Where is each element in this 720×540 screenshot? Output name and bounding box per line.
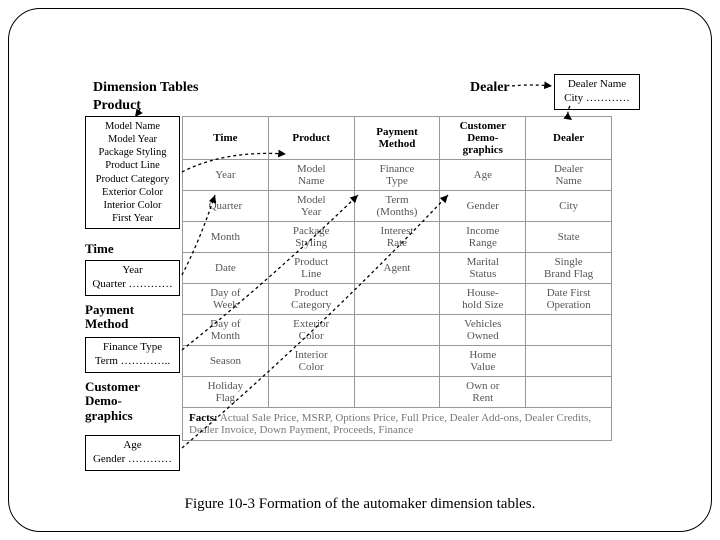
heading-product: Product <box>93 98 141 114</box>
table-cell: Vehicles Owned <box>440 315 526 346</box>
table-row: YearModel NameFinance TypeAgeDealer Name <box>183 160 612 191</box>
box-dealer: Dealer Name City ………… <box>554 74 640 110</box>
table-row: QuarterModel YearTerm (Months)GenderCity <box>183 191 612 222</box>
table-cell <box>526 315 612 346</box>
table-cell: Product Category <box>268 284 354 315</box>
table-cell <box>354 315 440 346</box>
col-time: Time <box>183 117 269 160</box>
table-cell <box>526 377 612 408</box>
table-cell: Date First Operation <box>526 284 612 315</box>
table-cell: Home Value <box>440 346 526 377</box>
table-row: Day of WeekProduct Category House- hold S… <box>183 284 612 315</box>
table-cell: Day of Month <box>183 315 269 346</box>
table-row: DateProduct LineAgentMarital StatusSingl… <box>183 253 612 284</box>
table-cell: Model Name <box>268 160 354 191</box>
table-cell: Product Line <box>268 253 354 284</box>
table-cell: City <box>526 191 612 222</box>
table-cell <box>526 346 612 377</box>
table-cell: Income Range <box>440 222 526 253</box>
col-customer-demographics: Customer Demo- graphics <box>440 117 526 160</box>
label-time: Time <box>85 242 114 256</box>
table-cell: Package Styling <box>268 222 354 253</box>
facts-cell: Facts: Actual Sale Price, MSRP, Options … <box>183 408 612 441</box>
table-cell: Interest Rate <box>354 222 440 253</box>
table-cell: Marital Status <box>440 253 526 284</box>
table-cell: Gender <box>440 191 526 222</box>
table-cell <box>268 377 354 408</box>
table-cell: Term (Months) <box>354 191 440 222</box>
label-customer-demographics: Customer Demo- graphics <box>85 380 140 423</box>
table-cell: House- hold Size <box>440 284 526 315</box>
table-cell: Year <box>183 160 269 191</box>
table-cell <box>354 377 440 408</box>
dimension-table: Time Product Payment Method Customer Dem… <box>182 116 612 441</box>
col-product: Product <box>268 117 354 160</box>
col-dealer: Dealer <box>526 117 612 160</box>
table-cell: Day of Week <box>183 284 269 315</box>
table-cell: Quarter <box>183 191 269 222</box>
table-row: Day of MonthExterior Color Vehicles Owned <box>183 315 612 346</box>
box-customer-demo: Age Gender ………… <box>85 435 180 471</box>
table-row: SeasonInterior Color Home Value <box>183 346 612 377</box>
box-product: Model Name Model Year Package Styling Pr… <box>85 116 180 229</box>
table-cell: Holiday Flag <box>183 377 269 408</box>
box-payment-method: Finance Type Term ………….. <box>85 337 180 373</box>
table-cell: Single Brand Flag <box>526 253 612 284</box>
table-cell: Dealer Name <box>526 160 612 191</box>
label-payment-method: Payment Method <box>85 303 134 332</box>
figure-caption: Figure 10-3 Formation of the automaker d… <box>0 496 720 513</box>
table-row: MonthPackage StylingInterest RateIncome … <box>183 222 612 253</box>
table-cell: Season <box>183 346 269 377</box>
table-cell: Month <box>183 222 269 253</box>
table-cell: Exterior Color <box>268 315 354 346</box>
box-time: Year Quarter ………… <box>85 260 180 296</box>
table-cell: Finance Type <box>354 160 440 191</box>
table-cell: Age <box>440 160 526 191</box>
table-cell <box>354 284 440 315</box>
table-cell: Model Year <box>268 191 354 222</box>
facts-row: Facts: Actual Sale Price, MSRP, Options … <box>183 408 612 441</box>
table-cell <box>354 346 440 377</box>
table-row: Holiday Flag Own or Rent <box>183 377 612 408</box>
table-cell: Agent <box>354 253 440 284</box>
table-cell: Interior Color <box>268 346 354 377</box>
table-header-row: Time Product Payment Method Customer Dem… <box>183 117 612 160</box>
heading-dimension-tables: Dimension Tables <box>93 80 198 96</box>
table-cell: Date <box>183 253 269 284</box>
table-cell: Own or Rent <box>440 377 526 408</box>
table-cell: State <box>526 222 612 253</box>
col-payment-method: Payment Method <box>354 117 440 160</box>
heading-dealer: Dealer <box>470 80 510 96</box>
